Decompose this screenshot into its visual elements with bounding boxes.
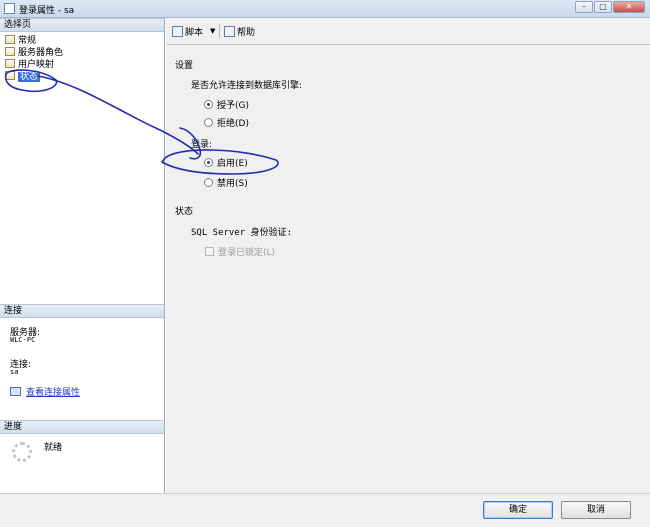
enabled-radio[interactable]: 启用(E) bbox=[204, 156, 248, 169]
page-icon bbox=[5, 35, 15, 44]
radio-circle bbox=[204, 100, 213, 109]
server-value: WLC-PC bbox=[10, 336, 36, 344]
chevron-down-icon[interactable]: ▼ bbox=[210, 27, 215, 35]
app-icon bbox=[4, 3, 15, 14]
script-icon bbox=[172, 26, 183, 37]
grant-radio[interactable]: 授予(G) bbox=[204, 98, 249, 111]
toolbar: 脚本 ▼ 帮助 bbox=[166, 18, 650, 45]
progress-status: 就绪 bbox=[44, 443, 63, 453]
cancel-button[interactable]: 取消 bbox=[561, 501, 631, 519]
script-button[interactable]: 脚本 bbox=[172, 25, 203, 38]
link-text: 查看连接属性 bbox=[26, 388, 81, 398]
page-icon bbox=[5, 59, 15, 68]
disabled-radio[interactable]: 禁用(S) bbox=[204, 176, 248, 189]
help-label: 帮助 bbox=[237, 28, 256, 38]
page-icon bbox=[5, 71, 15, 80]
connection-value: sa bbox=[10, 368, 19, 376]
ok-button[interactable]: 确定 bbox=[483, 501, 553, 519]
enabled-label: 启用(E) bbox=[217, 159, 248, 169]
disabled-label: 禁用(S) bbox=[217, 179, 248, 189]
sql-auth-label: SQL Server 身份验证: bbox=[191, 228, 293, 238]
login-locked-checkbox[interactable]: 登录已锁定(L) bbox=[205, 245, 275, 258]
page-label: 常规 bbox=[18, 36, 37, 46]
page-item-general[interactable]: 常规 bbox=[5, 35, 36, 46]
page-label: 用户映射 bbox=[18, 60, 55, 70]
progress-header: 进度 bbox=[0, 420, 164, 434]
maximize-button[interactable]: □ bbox=[594, 1, 612, 13]
radio-circle bbox=[204, 118, 213, 127]
minimize-button[interactable]: – bbox=[575, 1, 593, 13]
page-label: 状态 bbox=[18, 72, 41, 82]
deny-label: 拒绝(D) bbox=[217, 119, 249, 129]
deny-radio[interactable]: 拒绝(D) bbox=[204, 116, 249, 129]
left-pane: 选择页 常规 服务器角色 用户映射 状态 连接 服务器: WLC-PC 连接: … bbox=[0, 18, 165, 493]
window-title: 登录属性 - sa bbox=[19, 6, 75, 16]
script-label: 脚本 bbox=[185, 28, 204, 38]
page-item-server-roles[interactable]: 服务器角色 bbox=[5, 47, 63, 58]
select-page-header: 选择页 bbox=[0, 18, 164, 32]
permission-question: 是否允许连接到数据库引擎: bbox=[191, 81, 303, 91]
connection-properties-icon bbox=[10, 387, 21, 396]
page-label: 服务器角色 bbox=[18, 48, 64, 58]
checkbox-box bbox=[205, 247, 214, 256]
page-item-status[interactable]: 状态 bbox=[5, 71, 41, 82]
view-connection-properties-link[interactable]: 查看连接属性 bbox=[10, 385, 80, 398]
button-bar: 确定 取消 bbox=[0, 493, 650, 527]
help-button[interactable]: 帮助 bbox=[224, 25, 255, 38]
toolbar-separator bbox=[219, 24, 220, 38]
connection-header: 连接 bbox=[0, 304, 164, 318]
progress-spinner-icon bbox=[12, 442, 32, 462]
close-button[interactable]: ✕ bbox=[613, 1, 645, 13]
login-locked-label: 登录已锁定(L) bbox=[218, 248, 276, 258]
help-icon bbox=[224, 26, 235, 37]
page-item-user-mapping[interactable]: 用户映射 bbox=[5, 59, 54, 70]
login-group-label: 登录: bbox=[191, 140, 213, 150]
radio-circle bbox=[204, 158, 213, 167]
page-icon bbox=[5, 47, 15, 56]
radio-circle bbox=[204, 178, 213, 187]
grant-label: 授予(G) bbox=[217, 101, 249, 111]
settings-section-title: 设置 bbox=[175, 61, 194, 71]
status-section-title: 状态 bbox=[175, 207, 194, 217]
right-pane: 脚本 ▼ 帮助 设置 是否允许连接到数据库引擎: 授予(G) 拒绝(D) 登录:… bbox=[166, 18, 650, 493]
title-bar: 登录属性 - sa – □ ✕ bbox=[0, 0, 650, 18]
